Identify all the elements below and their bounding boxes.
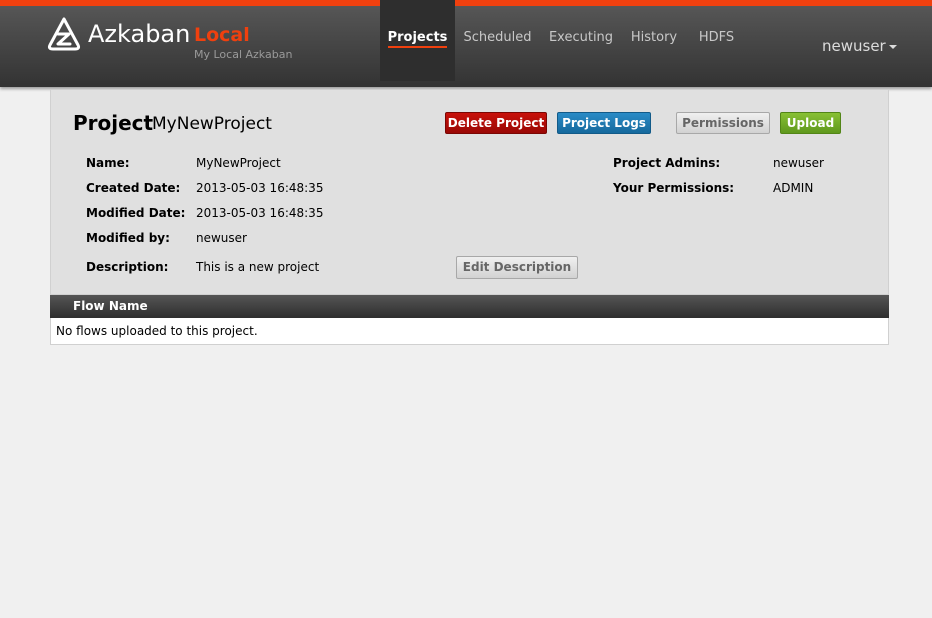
project-logs-button[interactable]: Project Logs <box>557 112 651 134</box>
flows-table-body: No flows uploaded to this project. <box>50 318 889 345</box>
permissions-button[interactable]: Permissions <box>676 112 770 134</box>
flow-name-column-header: Flow Name <box>73 299 148 313</box>
project-heading: Project <box>73 111 154 135</box>
modified-by-value: newuser <box>196 231 247 245</box>
description-value: This is a new project <box>196 260 320 274</box>
modified-date-label: Modified Date: <box>86 206 186 220</box>
brand-title[interactable]: Azkaban <box>88 20 190 48</box>
caret-down-icon <box>888 44 897 49</box>
modified-date-value: 2013-05-03 16:48:35 <box>196 206 324 220</box>
upload-button[interactable]: Upload <box>780 112 841 134</box>
nav-scheduled[interactable]: Scheduled <box>461 0 534 81</box>
your-permissions-value: ADMIN <box>773 181 814 195</box>
environment-name: Local <box>194 24 250 46</box>
nav-history[interactable]: History <box>628 0 680 81</box>
description-label: Description: <box>86 260 169 274</box>
top-navbar: Azkaban Local My Local Azkaban Projects … <box>0 0 932 87</box>
created-date-value: 2013-05-03 16:48:35 <box>196 181 324 195</box>
azkaban-logo-icon[interactable] <box>47 17 81 51</box>
environment-subtitle: My Local Azkaban <box>194 48 293 61</box>
nav-projects[interactable]: Projects <box>380 0 455 81</box>
user-menu[interactable]: newuser <box>822 37 897 55</box>
nav-executing[interactable]: Executing <box>546 0 616 81</box>
flows-table-header: Flow Name <box>50 295 889 318</box>
nav-scheduled-label: Scheduled <box>463 30 532 45</box>
nav-history-label: History <box>630 30 678 45</box>
name-label: Name: <box>86 156 130 170</box>
nav-hdfs-label: HDFS <box>698 30 735 45</box>
project-name: MyNewProject <box>152 114 272 134</box>
your-permissions-label: Your Permissions: <box>613 181 735 195</box>
name-value: MyNewProject <box>196 156 281 170</box>
nav-executing-label: Executing <box>548 30 614 45</box>
delete-project-button[interactable]: Delete Project <box>445 112 547 134</box>
project-admins-label: Project Admins: <box>613 156 721 170</box>
nav-hdfs[interactable]: HDFS <box>693 0 740 81</box>
edit-description-button[interactable]: Edit Description <box>456 256 578 279</box>
nav-projects-label: Projects <box>387 30 448 48</box>
created-date-label: Created Date: <box>86 181 181 195</box>
project-admins-value: newuser <box>773 156 824 170</box>
modified-by-label: Modified by: <box>86 231 170 245</box>
no-flows-message: No flows uploaded to this project. <box>56 324 258 338</box>
user-name: newuser <box>822 37 886 55</box>
